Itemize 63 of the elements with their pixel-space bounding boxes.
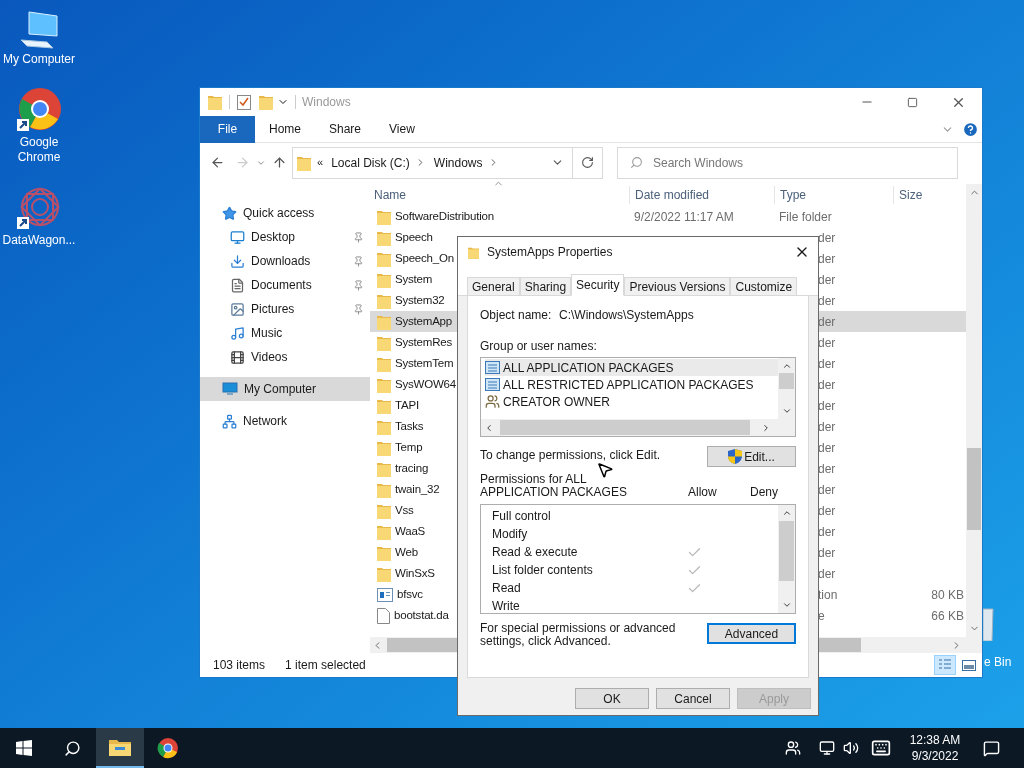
file-type: der (818, 293, 836, 308)
file-type: der (818, 356, 836, 371)
file-type: der (818, 545, 836, 560)
file-type: der (818, 440, 836, 455)
file-name: Temp (395, 439, 423, 455)
file-name: SystemRes (395, 334, 452, 350)
window-title: Windows (302, 94, 351, 111)
permission-name: Full control (492, 508, 552, 525)
clock-time: 12:38 AM (909, 732, 961, 748)
file-size: 80 KB (931, 587, 964, 602)
file-name: tracing (395, 460, 429, 476)
file-name: SystemTem (395, 355, 454, 371)
file-name: bfsvc (397, 586, 423, 602)
dialog-title: SystemApps Properties (487, 244, 613, 261)
object-name-label: Object name: (480, 307, 553, 324)
file-type: der (818, 503, 836, 518)
file-name: Speech_On (395, 250, 454, 266)
file-name: Web (395, 544, 418, 560)
permission-name: Read (492, 580, 522, 597)
deny-column-header: Deny (750, 486, 778, 499)
file-name: System (395, 271, 433, 287)
file-type: der (818, 272, 836, 287)
file-name: WinSxS (395, 565, 435, 581)
file-name: bootstat.da (394, 607, 449, 623)
change-permissions-hint: To change permissions, click Edit. (480, 447, 662, 464)
file-type: der (818, 398, 836, 413)
file-type: der (818, 314, 836, 329)
permissions-label: Permissions for ALL APPLICATION PACKAGES (480, 473, 628, 499)
groups-label: Group or user names: (480, 338, 598, 355)
selection-count: 1 item selected (285, 657, 366, 674)
advanced-hint: For special permissions or advanced settings, click Advanced. (480, 622, 677, 648)
date-modified: 9/2/2022 11:17 AM (634, 209, 734, 224)
file-type: der (818, 524, 836, 539)
file-type: e (818, 608, 825, 623)
file-name: twain_32 (395, 481, 440, 497)
file-name: SysWOW64 (395, 376, 456, 392)
file-type: der (818, 482, 836, 497)
file-type: der (818, 566, 836, 581)
file-type: der (818, 461, 836, 476)
file-name: WaaS (395, 523, 426, 539)
file-name: SystemApp (395, 313, 452, 329)
file-type: der (818, 230, 836, 245)
permission-name: Write (492, 598, 521, 615)
file-name: TAPI (395, 397, 419, 413)
file-type: tion (818, 587, 838, 602)
object-name-value: C:\Windows\SystemApps (559, 307, 694, 324)
clock-date: 9/3/2022 (911, 748, 959, 764)
file-size: 66 KB (931, 608, 964, 623)
permission-name: Modify (492, 526, 529, 543)
file-type: der (818, 377, 836, 392)
file-name: System32 (395, 292, 445, 308)
permission-name: List folder contents (492, 562, 594, 579)
file-name: SoftwareDistribution (395, 208, 494, 224)
file-name: Vss (395, 502, 414, 518)
file-type: File folder (779, 209, 832, 224)
item-count: 103 items (213, 657, 266, 674)
file-name: Tasks (395, 418, 424, 434)
allow-column-header: Allow (688, 486, 718, 499)
file-type: der (818, 419, 836, 434)
file-type: der (818, 251, 836, 266)
file-type: der (818, 335, 836, 350)
permission-name: Read & execute (492, 544, 579, 561)
file-name: Speech (395, 229, 433, 245)
